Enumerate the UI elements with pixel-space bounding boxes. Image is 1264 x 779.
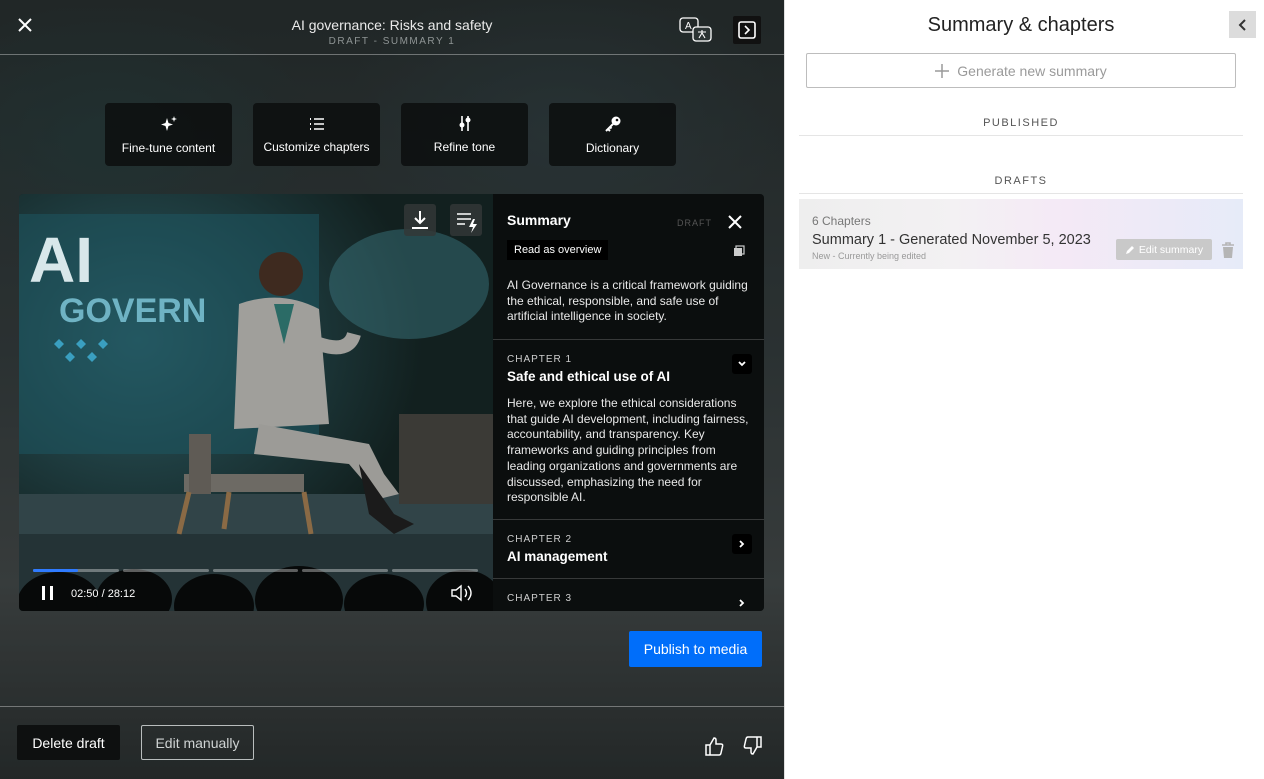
close-icon[interactable] <box>727 214 743 230</box>
fine-tune-content-button[interactable]: Fine-tune content <box>105 103 232 166</box>
read-as-overview-button[interactable]: Read as overview <box>507 240 609 260</box>
summary-text: AI Governance is a critical framework gu… <box>507 278 748 324</box>
title-block: AI governance: Risks and safety DRAFT - … <box>0 17 784 47</box>
plus-icon <box>935 63 950 78</box>
generate-label: Generate new summary <box>957 62 1107 79</box>
chapter-item[interactable]: CHAPTER 3 <box>493 578 764 611</box>
chevron-left-icon[interactable] <box>1229 11 1256 38</box>
draft-summary-card[interactable]: 6 Chapters Summary 1 - Generated Novembe… <box>799 199 1243 269</box>
generate-new-summary-button[interactable]: Generate new summary <box>806 53 1236 88</box>
dictionary-button[interactable]: Dictionary <box>549 103 676 166</box>
progress-bar[interactable] <box>33 569 478 572</box>
translate-icon[interactable]: A <box>678 16 714 44</box>
chapter-number: CHAPTER 1 <box>507 354 573 365</box>
panel-title: Summary & chapters <box>927 14 1115 36</box>
summary-side-panel: Summary DRAFT Read as overview AI Govern… <box>493 194 764 611</box>
draft-label: DRAFT <box>677 218 712 228</box>
chapter-item[interactable]: CHAPTER 1 Safe and ethical use of AI Her… <box>493 339 764 519</box>
chapter-number: CHAPTER 3 <box>507 593 573 604</box>
thumbs-up-icon[interactable] <box>703 735 725 757</box>
chapter-item[interactable]: CHAPTER 2 AI management <box>493 519 764 579</box>
thumbs-down-icon[interactable] <box>742 735 764 757</box>
chapter-title: AI management <box>507 549 608 564</box>
list-icon <box>309 117 324 130</box>
summary-editor: AI governance: Risks and safety DRAFT - … <box>0 0 784 779</box>
sparkle-icon <box>160 115 177 131</box>
tool-label: Refine tone <box>433 140 496 154</box>
panel-toggle-icon[interactable] <box>733 16 761 44</box>
publish-to-media-button[interactable]: Publish to media <box>629 631 762 667</box>
chapter-title: Safe and ethical use of AI <box>507 369 671 384</box>
playback-time: 02:50 / 28:12 <box>71 588 136 600</box>
edit-summary-button[interactable]: Edit summary <box>1116 239 1212 260</box>
svg-text:A: A <box>685 21 692 32</box>
edit-summary-label: Edit summary <box>1138 243 1204 256</box>
chevron-down-icon[interactable] <box>732 354 752 374</box>
chapter-body: Here, we explore the ethical considerati… <box>507 396 749 505</box>
published-section-label: PUBLISHED <box>799 117 1243 136</box>
editor-subtitle: DRAFT - SUMMARY 1 <box>328 36 456 47</box>
editor-title: AI governance: Risks and safety <box>291 17 493 33</box>
sliders-icon <box>459 116 470 131</box>
draft-title: Summary 1 - Generated November 5, 2023 <box>812 232 1091 248</box>
draft-status: New - Currently being edited <box>812 251 927 261</box>
pencil-icon <box>1125 245 1134 254</box>
tool-label: Dictionary <box>585 140 640 155</box>
drafts-section-label: DRAFTS <box>799 175 1243 194</box>
copy-icon[interactable] <box>733 244 745 256</box>
video-frame[interactable]: AI GOVERN 02:50 / 28:12 <box>19 194 493 611</box>
download-icon[interactable] <box>404 204 436 236</box>
playlist-icon[interactable] <box>450 204 482 236</box>
trash-icon[interactable] <box>1219 241 1237 259</box>
svg-text:GOVERN: GOVERN <box>59 292 206 330</box>
customize-chapters-button[interactable]: Customize chapters <box>253 103 380 166</box>
delete-draft-button[interactable]: Delete draft <box>17 725 120 760</box>
pause-icon[interactable] <box>39 584 57 602</box>
chevron-right-icon[interactable] <box>732 593 752 611</box>
volume-icon[interactable] <box>449 582 477 604</box>
svg-text:AI: AI <box>29 224 93 296</box>
progress-played <box>33 569 78 572</box>
summary-heading: Summary <box>507 212 571 228</box>
tool-label: Fine-tune content <box>121 140 216 155</box>
chevron-right-icon[interactable] <box>732 534 752 554</box>
refine-tone-button[interactable]: Refine tone <box>401 103 528 166</box>
editor-footer: Delete draft Edit manually <box>0 706 784 779</box>
summary-chapters-panel: Summary & chapters Generate new summary … <box>784 0 1264 779</box>
chapter-count: 6 Chapters <box>812 214 871 228</box>
ai-tools-bar: Fine-tune content Customize chapters Ref… <box>105 103 676 166</box>
key-icon <box>604 116 620 132</box>
chapter-number: CHAPTER 2 <box>507 534 573 545</box>
edit-manually-button[interactable]: Edit manually <box>141 725 254 760</box>
tool-label: Customize chapters <box>263 139 370 154</box>
video-player: AI GOVERN 02:50 / 28:12 Summary DRAFT Re… <box>19 194 764 611</box>
editor-header: AI governance: Risks and safety DRAFT - … <box>0 0 784 55</box>
